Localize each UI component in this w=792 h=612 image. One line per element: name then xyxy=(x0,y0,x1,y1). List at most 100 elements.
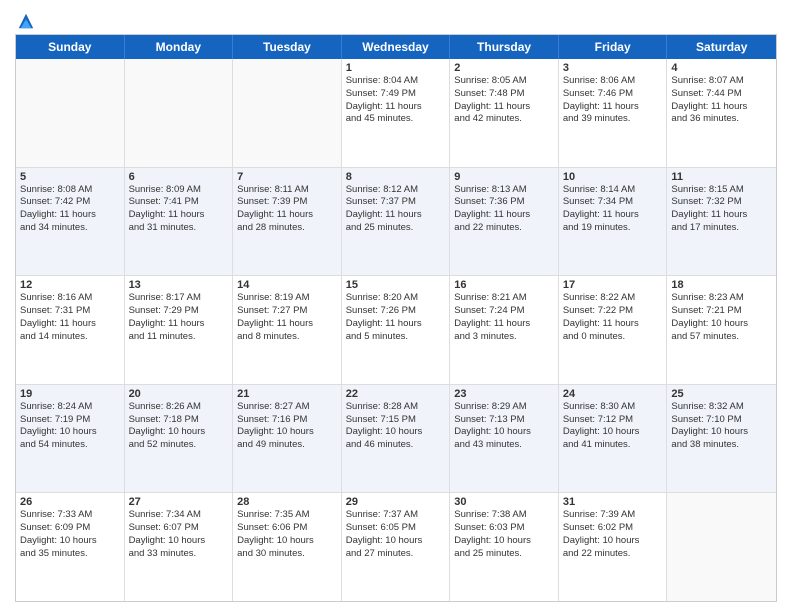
cell-line: Sunset: 7:36 PM xyxy=(454,196,554,209)
cell-line: Sunrise: 7:34 AM xyxy=(129,509,229,522)
cell-line: Sunset: 7:12 PM xyxy=(563,414,663,427)
cell-line: Sunset: 7:18 PM xyxy=(129,414,229,427)
cell-line: Daylight: 11 hours xyxy=(129,209,229,222)
cell-line: Sunset: 6:03 PM xyxy=(454,522,554,535)
cell-line: Sunset: 7:41 PM xyxy=(129,196,229,209)
calendar-row: 12Sunrise: 8:16 AMSunset: 7:31 PMDayligh… xyxy=(16,276,776,385)
cell-line: Sunset: 7:48 PM xyxy=(454,88,554,101)
cell-line: Sunset: 7:21 PM xyxy=(671,305,772,318)
day-number: 5 xyxy=(20,171,120,183)
cell-line: Sunset: 7:26 PM xyxy=(346,305,446,318)
day-number: 26 xyxy=(20,496,120,508)
calendar-cell: 2Sunrise: 8:05 AMSunset: 7:48 PMDaylight… xyxy=(450,59,559,167)
cell-line: Daylight: 11 hours xyxy=(671,101,772,114)
weekday-header: Wednesday xyxy=(342,35,451,59)
cell-line: Sunrise: 8:24 AM xyxy=(20,401,120,414)
cell-line: Sunrise: 8:23 AM xyxy=(671,292,772,305)
cell-line: Daylight: 11 hours xyxy=(563,318,663,331)
calendar-cell: 17Sunrise: 8:22 AMSunset: 7:22 PMDayligh… xyxy=(559,276,668,384)
cell-line: Sunrise: 8:14 AM xyxy=(563,184,663,197)
cell-line: Daylight: 10 hours xyxy=(563,535,663,548)
cell-line: and 8 minutes. xyxy=(237,331,337,344)
cell-line: and 17 minutes. xyxy=(671,222,772,235)
cell-line: Sunrise: 8:27 AM xyxy=(237,401,337,414)
cell-line: Sunrise: 8:08 AM xyxy=(20,184,120,197)
cell-line: Sunset: 7:34 PM xyxy=(563,196,663,209)
day-number: 10 xyxy=(563,171,663,183)
cell-line: Sunrise: 8:05 AM xyxy=(454,75,554,88)
cell-line: Sunrise: 8:20 AM xyxy=(346,292,446,305)
cell-line: Daylight: 11 hours xyxy=(20,209,120,222)
calendar-cell: 18Sunrise: 8:23 AMSunset: 7:21 PMDayligh… xyxy=(667,276,776,384)
cell-line: Daylight: 11 hours xyxy=(237,209,337,222)
calendar-row: 5Sunrise: 8:08 AMSunset: 7:42 PMDaylight… xyxy=(16,168,776,277)
cell-line: Daylight: 10 hours xyxy=(346,426,446,439)
cell-line: Daylight: 10 hours xyxy=(563,426,663,439)
cell-line: and 46 minutes. xyxy=(346,439,446,452)
cell-line: and 11 minutes. xyxy=(129,331,229,344)
cell-line: and 41 minutes. xyxy=(563,439,663,452)
day-number: 21 xyxy=(237,388,337,400)
cell-line: Daylight: 10 hours xyxy=(237,426,337,439)
calendar-cell: 23Sunrise: 8:29 AMSunset: 7:13 PMDayligh… xyxy=(450,385,559,493)
cell-line: Sunrise: 8:32 AM xyxy=(671,401,772,414)
calendar-cell: 22Sunrise: 8:28 AMSunset: 7:15 PMDayligh… xyxy=(342,385,451,493)
day-number: 4 xyxy=(671,62,772,74)
calendar-cell: 15Sunrise: 8:20 AMSunset: 7:26 PMDayligh… xyxy=(342,276,451,384)
cell-line: Daylight: 10 hours xyxy=(20,535,120,548)
cell-line: and 19 minutes. xyxy=(563,222,663,235)
cell-line: Daylight: 10 hours xyxy=(20,426,120,439)
cell-line: Daylight: 11 hours xyxy=(671,209,772,222)
cell-line: Sunrise: 8:04 AM xyxy=(346,75,446,88)
cell-line: Daylight: 11 hours xyxy=(454,101,554,114)
calendar-cell xyxy=(233,59,342,167)
cell-line: Sunset: 7:42 PM xyxy=(20,196,120,209)
cell-line: Daylight: 10 hours xyxy=(346,535,446,548)
cell-line: and 36 minutes. xyxy=(671,113,772,126)
cell-line: Sunset: 6:07 PM xyxy=(129,522,229,535)
calendar-cell: 21Sunrise: 8:27 AMSunset: 7:16 PMDayligh… xyxy=(233,385,342,493)
calendar-body: 1Sunrise: 8:04 AMSunset: 7:49 PMDaylight… xyxy=(16,59,776,601)
cell-line: Daylight: 10 hours xyxy=(671,318,772,331)
calendar-cell: 24Sunrise: 8:30 AMSunset: 7:12 PMDayligh… xyxy=(559,385,668,493)
cell-line: Sunrise: 8:30 AM xyxy=(563,401,663,414)
cell-line: Sunrise: 8:06 AM xyxy=(563,75,663,88)
cell-line: Sunset: 6:06 PM xyxy=(237,522,337,535)
calendar-cell: 29Sunrise: 7:37 AMSunset: 6:05 PMDayligh… xyxy=(342,493,451,601)
day-number: 27 xyxy=(129,496,229,508)
cell-line: Sunrise: 8:21 AM xyxy=(454,292,554,305)
day-number: 30 xyxy=(454,496,554,508)
calendar-cell: 31Sunrise: 7:39 AMSunset: 6:02 PMDayligh… xyxy=(559,493,668,601)
calendar-row: 19Sunrise: 8:24 AMSunset: 7:19 PMDayligh… xyxy=(16,385,776,494)
cell-line: and 35 minutes. xyxy=(20,548,120,561)
calendar-cell: 10Sunrise: 8:14 AMSunset: 7:34 PMDayligh… xyxy=(559,168,668,276)
cell-line: Daylight: 10 hours xyxy=(671,426,772,439)
calendar-row: 1Sunrise: 8:04 AMSunset: 7:49 PMDaylight… xyxy=(16,59,776,168)
day-number: 7 xyxy=(237,171,337,183)
calendar-cell: 8Sunrise: 8:12 AMSunset: 7:37 PMDaylight… xyxy=(342,168,451,276)
day-number: 2 xyxy=(454,62,554,74)
cell-line: and 42 minutes. xyxy=(454,113,554,126)
cell-line: Sunrise: 8:17 AM xyxy=(129,292,229,305)
calendar-cell: 3Sunrise: 8:06 AMSunset: 7:46 PMDaylight… xyxy=(559,59,668,167)
cell-line: Sunset: 7:22 PM xyxy=(563,305,663,318)
calendar-cell: 5Sunrise: 8:08 AMSunset: 7:42 PMDaylight… xyxy=(16,168,125,276)
cell-line: Sunrise: 8:26 AM xyxy=(129,401,229,414)
cell-line: and 25 minutes. xyxy=(346,222,446,235)
cell-line: Sunrise: 8:29 AM xyxy=(454,401,554,414)
cell-line: Sunset: 7:24 PM xyxy=(454,305,554,318)
cell-line: Sunrise: 7:33 AM xyxy=(20,509,120,522)
day-number: 9 xyxy=(454,171,554,183)
cell-line: Sunset: 7:27 PM xyxy=(237,305,337,318)
calendar-cell: 14Sunrise: 8:19 AMSunset: 7:27 PMDayligh… xyxy=(233,276,342,384)
calendar-cell: 28Sunrise: 7:35 AMSunset: 6:06 PMDayligh… xyxy=(233,493,342,601)
logo xyxy=(15,14,35,28)
cell-line: and 57 minutes. xyxy=(671,331,772,344)
cell-line: Sunrise: 8:19 AM xyxy=(237,292,337,305)
cell-line: Daylight: 10 hours xyxy=(454,426,554,439)
cell-line: Daylight: 10 hours xyxy=(237,535,337,548)
day-number: 12 xyxy=(20,279,120,291)
cell-line: Daylight: 11 hours xyxy=(346,318,446,331)
cell-line: and 22 minutes. xyxy=(454,222,554,235)
cell-line: Sunrise: 8:07 AM xyxy=(671,75,772,88)
